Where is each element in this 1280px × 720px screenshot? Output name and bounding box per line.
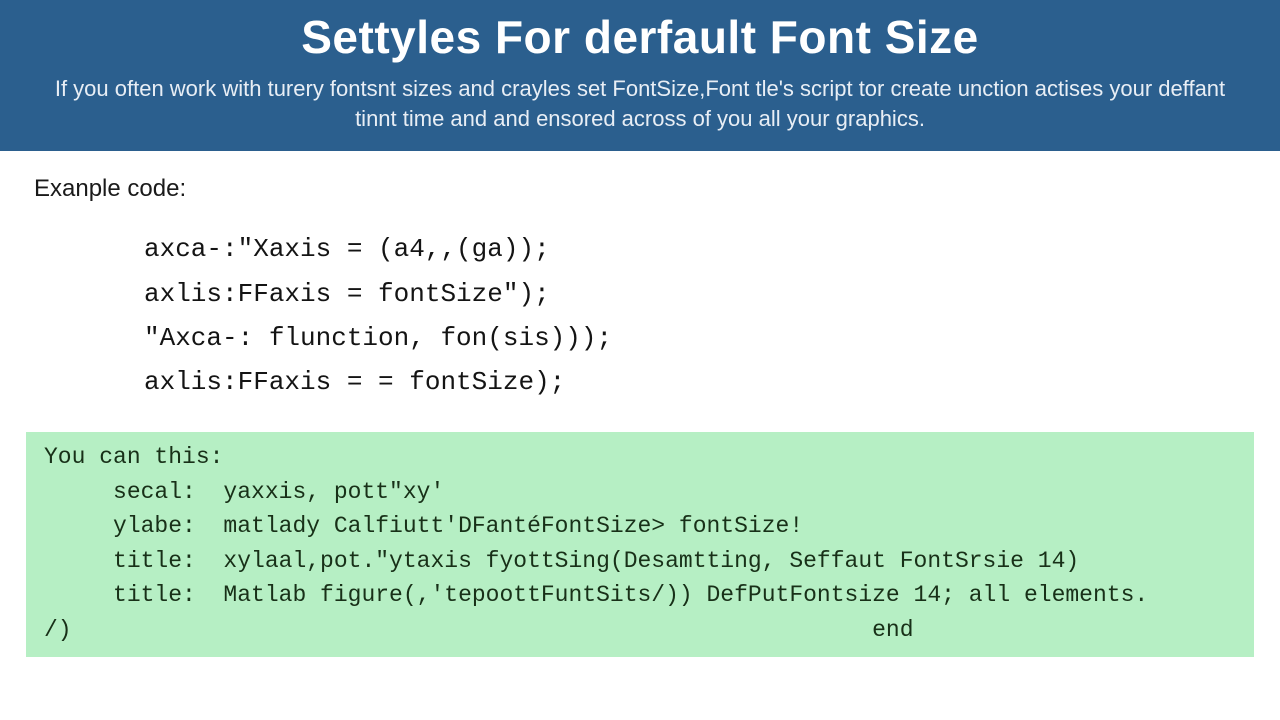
header-banner: Settyles For derfault Font Size If you o… (0, 0, 1280, 151)
page-title: Settyles For derfault Font Size (40, 10, 1240, 64)
content-area: Exanple code: axca-:"Xaxis = (a4,,(ga));… (0, 151, 1280, 657)
example-code-label: Exanple code: (34, 175, 1246, 203)
page-subtitle: If you often work with turery fontsnt si… (40, 74, 1240, 133)
tip-box: You can this: secal: yaxxis, pott"xy' yl… (26, 432, 1254, 657)
example-code-block: axca-:"Xaxis = (a4,,(ga)); axlis:FFaxis … (34, 227, 1246, 404)
